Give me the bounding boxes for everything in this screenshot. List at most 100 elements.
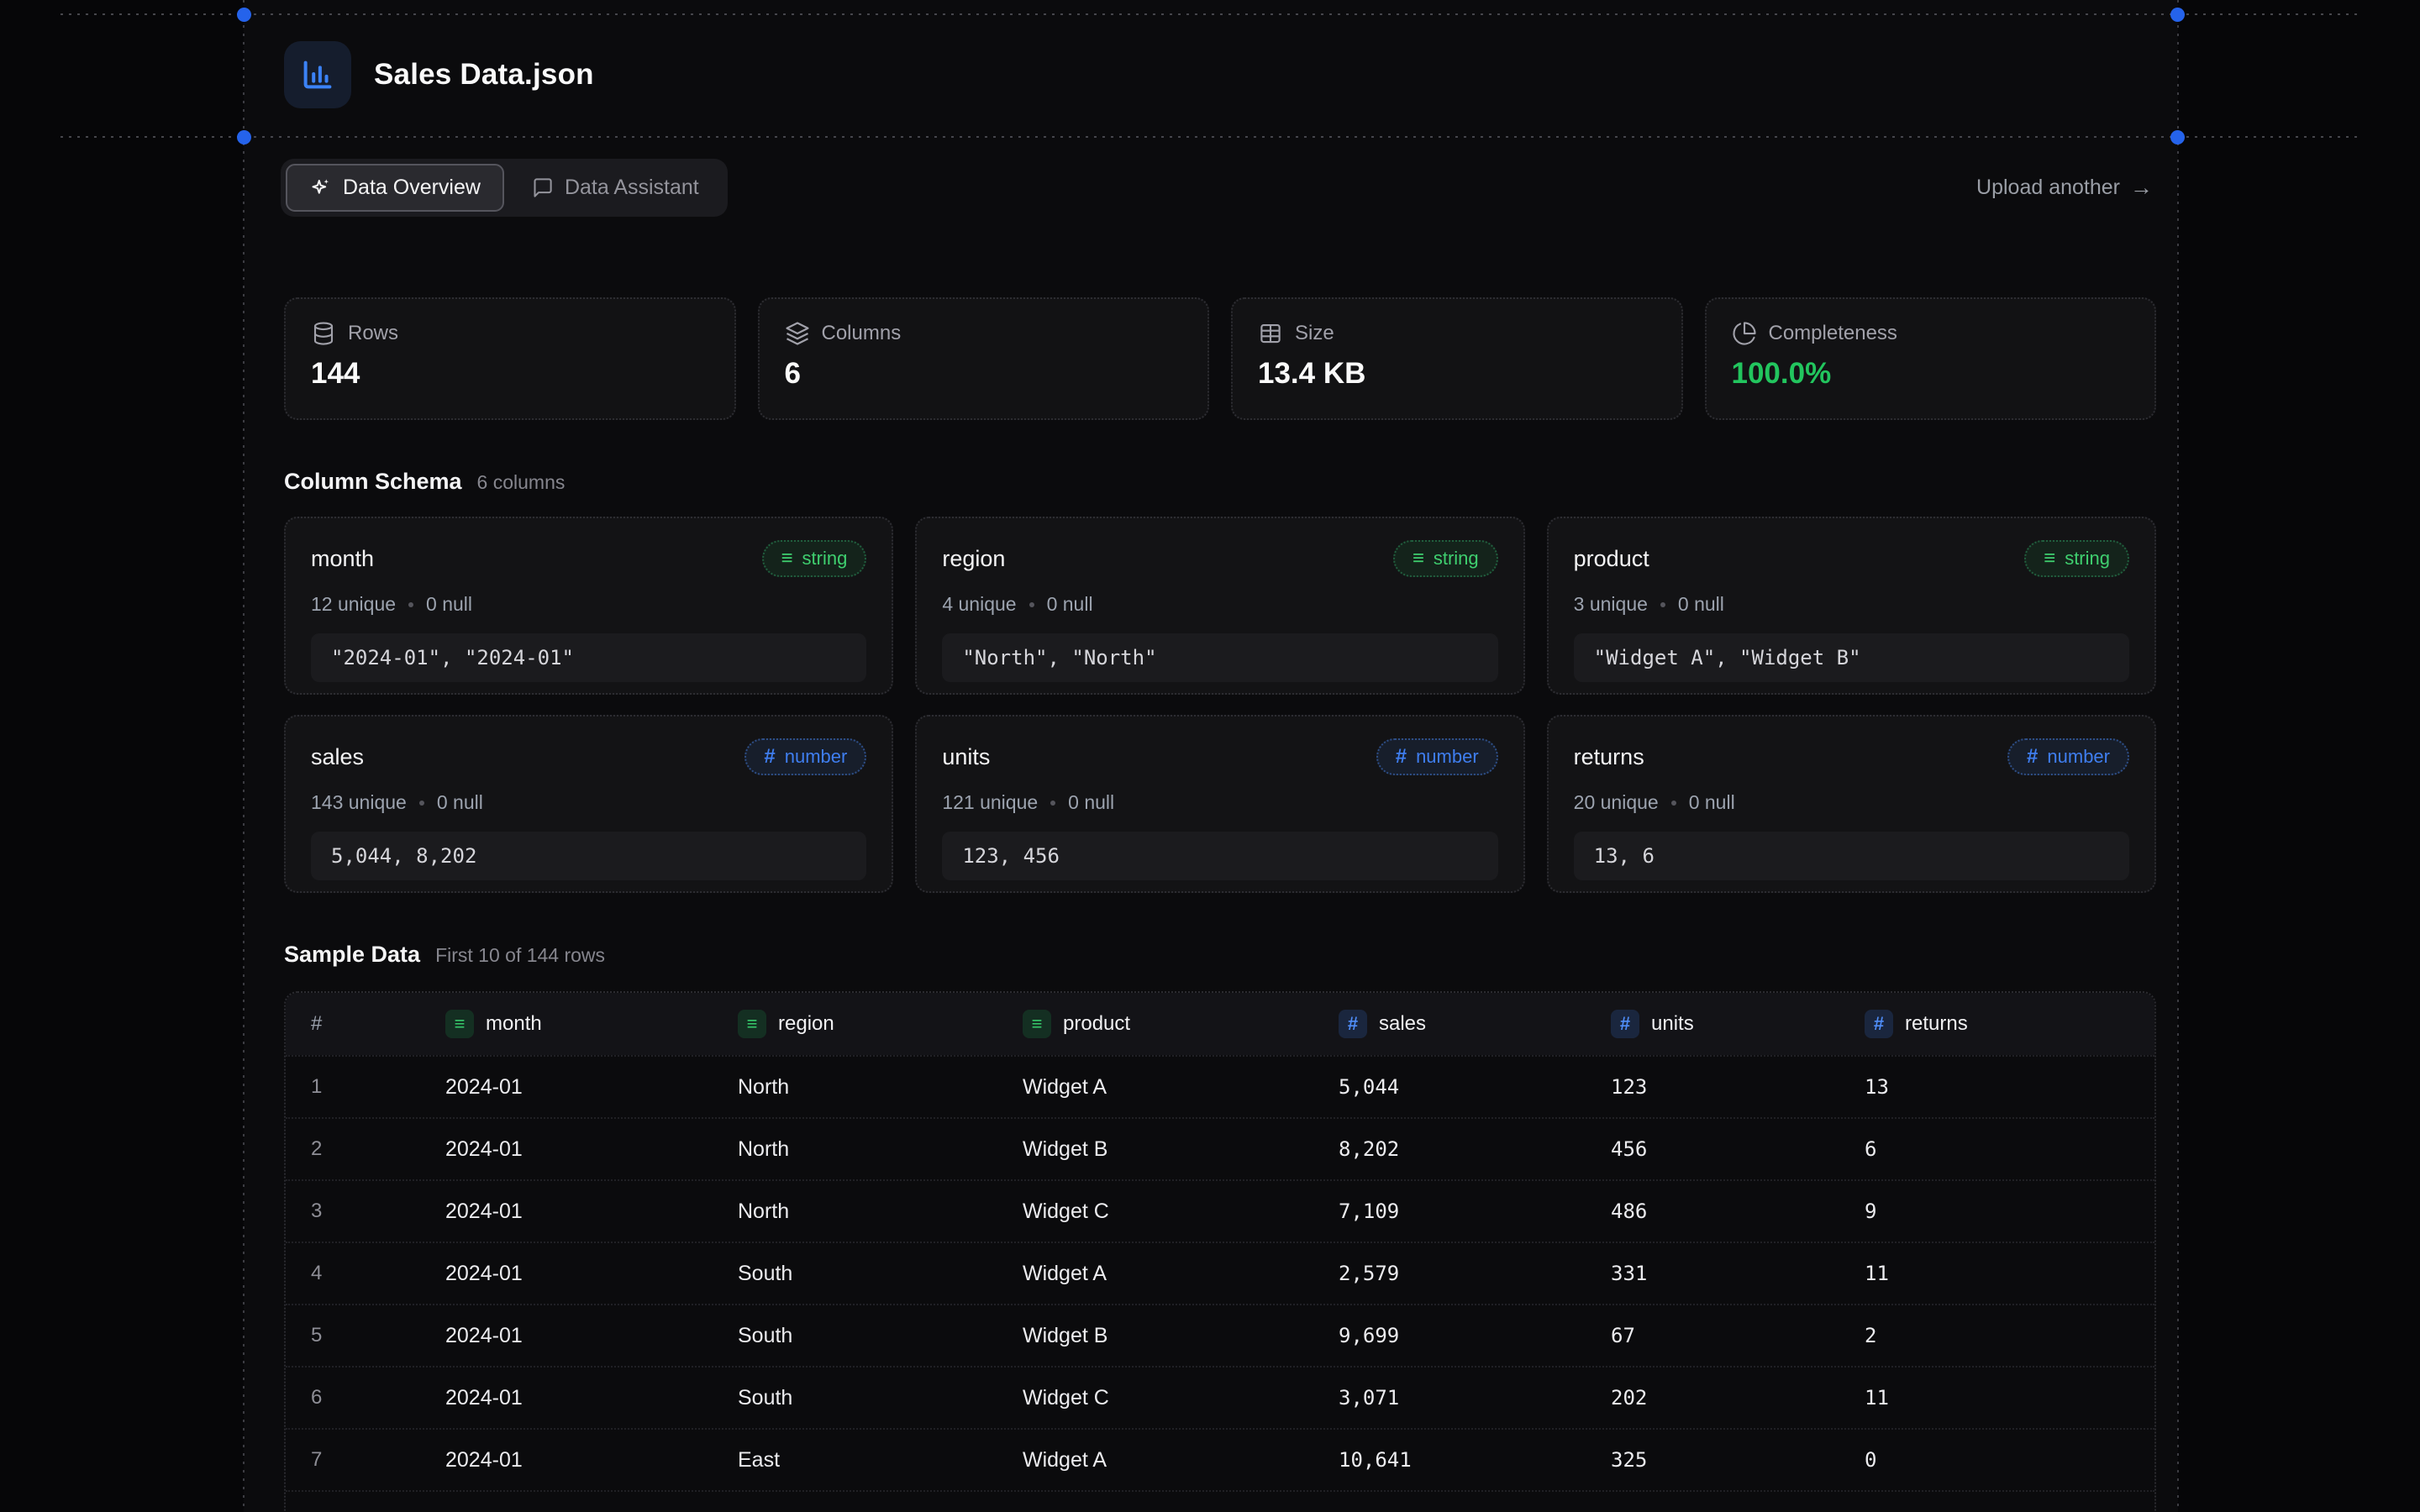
- stat-card-completeness: Completeness 100.0%: [1705, 297, 2157, 420]
- stat-value: 100.0%: [1732, 357, 2130, 391]
- table-row: 2 2024-01 North Widget B 8,202 456 6: [286, 1117, 2154, 1179]
- cell-index: 7: [311, 1448, 445, 1472]
- column-meta: 20 unique 0 null: [1574, 791, 2129, 814]
- number-type-icon: #: [1339, 1010, 1367, 1038]
- number-type-icon: #: [2027, 747, 2038, 767]
- cell-region: South: [738, 1262, 1023, 1286]
- column-name: sales: [311, 744, 364, 770]
- sample-data-heading: Sample Data First 10 of 144 rows: [284, 942, 2156, 968]
- column-meta: 143 unique 0 null: [311, 791, 866, 814]
- schema-card-units: units # number 121 unique 0 null 123, 45…: [915, 715, 1524, 893]
- type-label: number: [2047, 746, 2110, 768]
- section-title: Sample Data: [284, 942, 420, 968]
- dot-separator: [419, 801, 424, 806]
- selection-handle-top-left[interactable]: [237, 8, 251, 22]
- column-name: units: [942, 744, 990, 770]
- selection-handle-top-right[interactable]: [2170, 8, 2185, 22]
- table-row: 4 2024-01 South Widget A 2,579 331 11: [286, 1242, 2154, 1304]
- stat-label: Rows: [348, 322, 398, 345]
- cell-units: 67: [1611, 1324, 1865, 1347]
- tabs-bar: Data Overview Data Assistant Upload anot…: [244, 137, 2178, 239]
- header-month: ≡ month: [445, 1010, 738, 1038]
- header-label: returns: [1905, 1012, 1968, 1036]
- stat-value: 6: [785, 357, 1183, 391]
- string-type-icon: ≡: [781, 549, 793, 569]
- tab-group: Data Overview Data Assistant: [281, 159, 728, 217]
- cell-month: 2024-01: [445, 1200, 738, 1224]
- cell-region: South: [738, 1324, 1023, 1348]
- stat-card-columns: Columns 6: [758, 297, 1210, 420]
- cell-returns: 11: [1865, 1386, 2154, 1410]
- header-returns: # returns: [1865, 1010, 2154, 1038]
- unique-count: 121 unique: [942, 791, 1038, 814]
- dot-separator: [1029, 602, 1034, 607]
- cell-returns: 9: [1865, 1200, 2154, 1223]
- sample-values: 5,044, 8,202: [311, 832, 866, 880]
- guide-line-top: [60, 13, 2360, 15]
- header-label: sales: [1379, 1012, 1426, 1036]
- selection-handle-bottom-left[interactable]: [237, 130, 251, 144]
- cell-returns: 11: [1865, 1262, 2154, 1285]
- tab-data-overview[interactable]: Data Overview: [286, 164, 504, 212]
- header-units: # units: [1611, 1010, 1865, 1038]
- cell-product: Widget C: [1023, 1200, 1339, 1224]
- number-type-icon: #: [764, 747, 775, 767]
- sample-values: 123, 456: [942, 832, 1497, 880]
- stat-label: Size: [1295, 322, 1334, 345]
- header-sales: # sales: [1339, 1010, 1611, 1038]
- cell-sales: 9,699: [1339, 1324, 1611, 1347]
- cell-product: Widget A: [1023, 1448, 1339, 1473]
- table-row: 7 2024-01 East Widget A 10,641 325 0: [286, 1428, 2154, 1490]
- column-name: month: [311, 546, 374, 572]
- cell-sales: 2,579: [1339, 1262, 1611, 1285]
- page-title: Sales Data.json: [374, 58, 594, 92]
- cell-sales: 7,109: [1339, 1200, 1611, 1223]
- sample-data-table: # ≡ month ≡ region ≡ product # sales: [284, 991, 2156, 1512]
- cell-region: South: [738, 1386, 1023, 1410]
- type-badge-string: ≡ string: [762, 540, 867, 577]
- cell-sales: 8,202: [1339, 1137, 1611, 1161]
- main-content: Rows 144 Columns 6: [244, 297, 2178, 1512]
- upload-another-link[interactable]: Upload another →: [1976, 175, 2153, 201]
- section-subtitle: First 10 of 144 rows: [435, 944, 605, 967]
- tab-data-assistant[interactable]: Data Assistant: [508, 164, 723, 212]
- column-name: returns: [1574, 744, 1644, 770]
- cell-units: 456: [1611, 1137, 1865, 1161]
- column-name: product: [1574, 546, 1649, 572]
- schema-card-product: product ≡ string 3 unique 0 null "Widget…: [1547, 517, 2156, 695]
- type-label: number: [1416, 746, 1479, 768]
- sample-values: "2024-01", "2024-01": [311, 633, 866, 682]
- tab-label: Data Overview: [343, 176, 481, 200]
- dot-separator: [1671, 801, 1676, 806]
- column-meta: 12 unique 0 null: [311, 593, 866, 616]
- type-badge-string: ≡ string: [1393, 540, 1498, 577]
- header-label: month: [486, 1012, 542, 1036]
- string-type-icon: ≡: [1413, 549, 1424, 569]
- cell-units: 331: [1611, 1262, 1865, 1285]
- schema-card-region: region ≡ string 4 unique 0 null "North",…: [915, 517, 1524, 695]
- tab-label: Data Assistant: [565, 176, 699, 200]
- cell-index: 4: [311, 1262, 445, 1285]
- cell-units: 325: [1611, 1448, 1865, 1472]
- cell-region: East: [738, 1448, 1023, 1473]
- upload-another-label: Upload another: [1976, 176, 2120, 200]
- type-badge-number: # number: [744, 738, 866, 775]
- unique-count: 3 unique: [1574, 593, 1648, 616]
- unique-count: 143 unique: [311, 791, 407, 814]
- cell-region: North: [738, 1075, 1023, 1100]
- header-label: units: [1651, 1012, 1694, 1036]
- cell-units: 486: [1611, 1200, 1865, 1223]
- table-row: 3 2024-01 North Widget C 7,109 486 9: [286, 1179, 2154, 1242]
- string-type-icon: ≡: [2044, 549, 2055, 569]
- selection-handle-bottom-right[interactable]: [2170, 130, 2185, 144]
- cell-index: 6: [311, 1386, 445, 1410]
- null-count: 0 null: [1678, 593, 1724, 616]
- dot-separator: [1050, 801, 1055, 806]
- schema-card-returns: returns # number 20 unique 0 null 13, 6: [1547, 715, 2156, 893]
- cell-month: 2024-01: [445, 1137, 738, 1162]
- cell-units: 202: [1611, 1386, 1865, 1410]
- null-count: 0 null: [437, 791, 483, 814]
- cell-product: Widget C: [1023, 1386, 1339, 1410]
- section-title: Column Schema: [284, 469, 462, 495]
- type-label: number: [785, 746, 848, 768]
